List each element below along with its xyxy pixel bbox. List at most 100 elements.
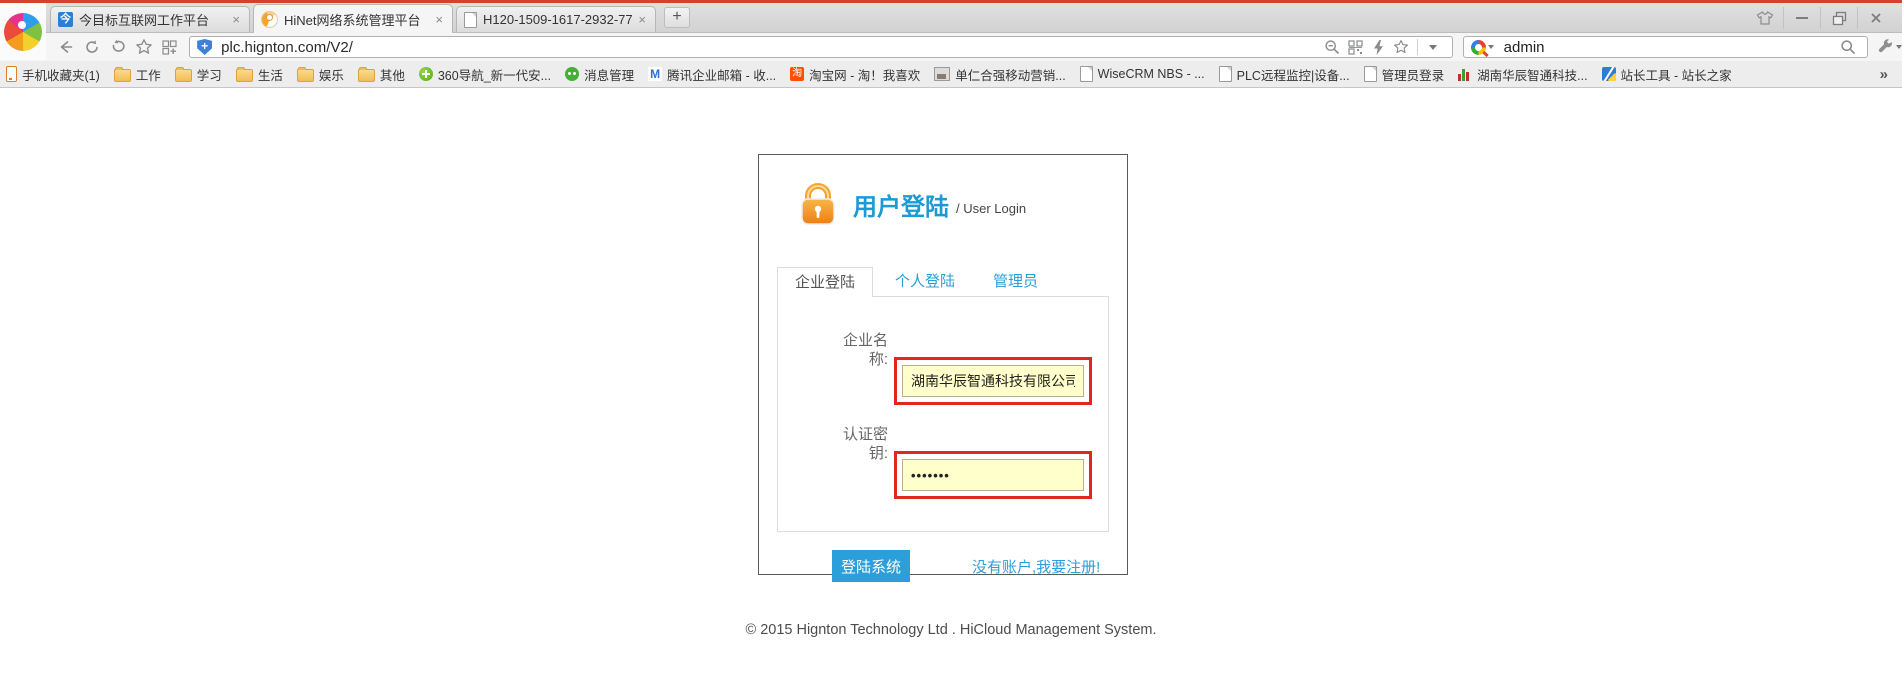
auth-key-input[interactable]: [902, 459, 1084, 491]
search-go-button[interactable]: [1837, 37, 1860, 57]
bookmark-folder-study[interactable]: 学习: [175, 65, 222, 84]
bookmark-label: 管理员登录: [1382, 65, 1445, 84]
company-name-input[interactable]: [902, 365, 1084, 397]
chevron-down-icon: [1429, 45, 1437, 50]
reload-button[interactable]: [80, 36, 105, 58]
padlock-icon: [795, 181, 841, 227]
star-icon: [1393, 39, 1409, 55]
bookmark-plc-monitor[interactable]: PLC远程监控|设备...: [1219, 65, 1350, 84]
bookmark-huachen[interactable]: 湖南华辰智通科技...: [1458, 65, 1587, 84]
login-panel: 用户登陆 / User Login 企业登陆 个人登陆 管理员 企业名称: 认证…: [758, 154, 1128, 575]
url-dropdown-button[interactable]: [1422, 37, 1445, 57]
annotation-box-auth-key: [894, 451, 1092, 499]
bookmark-chinaz[interactable]: 站长工具 - 站长之家: [1602, 65, 1732, 84]
bookmark-label: 其他: [380, 65, 405, 84]
bookmarks-overflow-button[interactable]: »: [1880, 66, 1896, 83]
url-text[interactable]: plc.hignton.com/V2/: [221, 39, 1321, 56]
phone-icon: [6, 66, 17, 82]
zoom-page-button[interactable]: [1321, 37, 1344, 57]
browser-360-logo-icon: [4, 13, 42, 51]
auth-key-row: 认证密钥:: [778, 425, 1108, 499]
undo-icon: [109, 38, 127, 56]
document-favicon: [464, 12, 477, 28]
bookmark-wisecrm[interactable]: WiseCRM NBS - ...: [1080, 66, 1205, 82]
bookmark-folder-work[interactable]: 工作: [114, 65, 161, 84]
minimize-icon: [1796, 17, 1808, 19]
restore-button[interactable]: [1820, 7, 1857, 29]
undo-button[interactable]: [106, 36, 131, 58]
folder-icon: [236, 69, 253, 82]
bookmark-label: 站长工具 - 站长之家: [1621, 65, 1732, 84]
mail-icon: M: [648, 67, 662, 81]
bookmark-label: 湖南华辰智通科技...: [1477, 65, 1587, 84]
favorites-grid-button[interactable]: [157, 36, 182, 58]
tab-close-icon[interactable]: ×: [433, 13, 445, 26]
bookmark-tencent-mail[interactable]: M 腾讯企业邮箱 - 收...: [648, 65, 776, 84]
tools-menu-button[interactable]: [1877, 39, 1902, 56]
address-bar[interactable]: + plc.hignton.com/V2/: [189, 36, 1453, 58]
search-engine-chevron-icon[interactable]: [1488, 45, 1494, 49]
hinet-favicon: [261, 11, 278, 28]
close-window-button[interactable]: [1857, 7, 1894, 29]
taobao-icon: 淘: [790, 67, 804, 81]
bookmark-folder-life[interactable]: 生活: [236, 65, 283, 84]
tab-personal-login[interactable]: 个人登陆: [879, 267, 971, 296]
tab-close-icon[interactable]: ×: [230, 13, 242, 26]
folder-icon: [175, 69, 192, 82]
bookmark-admin-login[interactable]: 管理员登录: [1364, 65, 1445, 84]
reload-icon: [83, 38, 101, 56]
favorite-button[interactable]: [131, 36, 156, 58]
message-icon: [565, 67, 579, 81]
folder-icon: [358, 69, 375, 82]
tab-title: HiNet网络系统管理平台: [284, 10, 433, 29]
search-engine-icon[interactable]: [1471, 40, 1486, 55]
annotation-box-company: [894, 357, 1092, 405]
tab-close-icon[interactable]: ×: [636, 13, 648, 26]
qr-code-icon: [1348, 40, 1363, 55]
login-title: 用户登陆: [853, 187, 949, 222]
window-controls: [1747, 7, 1894, 29]
shirt-icon: [1756, 11, 1774, 25]
document-icon: [1080, 66, 1093, 82]
search-box[interactable]: [1463, 36, 1868, 58]
bookmark-mobile-favorites[interactable]: 手机收藏夹(1): [6, 65, 100, 84]
bookmark-page-button[interactable]: [1390, 37, 1413, 57]
login-button[interactable]: 登陆系统: [832, 550, 910, 582]
register-link[interactable]: 没有账户,我要注册!: [972, 556, 1100, 577]
tabs: 今 今目标互联网工作平台 × HiNet网络系统管理平台 × H120-1509…: [50, 3, 690, 32]
document-icon: [1219, 66, 1232, 82]
minimize-button[interactable]: [1783, 7, 1820, 29]
qr-code-button[interactable]: [1344, 37, 1367, 57]
bookmark-shanren[interactable]: 单仁合强移动营销...: [934, 65, 1065, 84]
bookmark-label: 单仁合强移动营销...: [955, 65, 1065, 84]
tab-h120[interactable]: H120-1509-1617-2932-77 ×: [456, 6, 656, 32]
tab-title: 今目标互联网工作平台: [79, 10, 230, 29]
tab-administrator[interactable]: 管理员: [977, 267, 1054, 296]
company-name-label: 企业名称:: [778, 331, 888, 405]
bookmark-taobao[interactable]: 淘 淘宝网 - 淘！我喜欢: [790, 65, 920, 84]
new-tab-button[interactable]: +: [664, 7, 690, 28]
tab-hinet-active[interactable]: HiNet网络系统管理平台 ×: [253, 4, 453, 33]
bookmark-folder-other[interactable]: 其他: [358, 65, 405, 84]
bookmark-label: 手机收藏夹(1): [22, 65, 100, 84]
bookmark-message-manager[interactable]: 消息管理: [565, 65, 634, 84]
bookmark-folder-entertainment[interactable]: 娱乐: [297, 65, 344, 84]
skin-button[interactable]: [1747, 7, 1783, 29]
jinmubiao-favicon: 今: [58, 12, 73, 27]
speed-mode-button[interactable]: [1367, 37, 1390, 57]
restore-icon: [1832, 11, 1847, 26]
tab-bar: 今 今目标互联网工作平台 × HiNet网络系统管理平台 × H120-1509…: [0, 3, 1902, 33]
auth-key-label: 认证密钥:: [778, 425, 888, 499]
search-input[interactable]: [1502, 38, 1837, 57]
tab-jinmubiao[interactable]: 今 今目标互联网工作平台 ×: [50, 6, 250, 32]
bookmark-label: 消息管理: [584, 65, 634, 84]
tab-enterprise-login[interactable]: 企业登陆: [777, 267, 873, 297]
back-button[interactable]: [54, 36, 79, 58]
bookmark-360nav[interactable]: 360导航_新一代安...: [419, 65, 551, 84]
bookmark-label: 腾讯企业邮箱 - 收...: [667, 65, 776, 84]
star-icon: [135, 38, 153, 56]
bookmark-label: 学习: [197, 65, 222, 84]
bookmark-label: 娱乐: [319, 65, 344, 84]
login-actions: 登陆系统 没有账户,我要注册!: [832, 550, 1109, 582]
tab-title: H120-1509-1617-2932-77: [483, 12, 636, 27]
